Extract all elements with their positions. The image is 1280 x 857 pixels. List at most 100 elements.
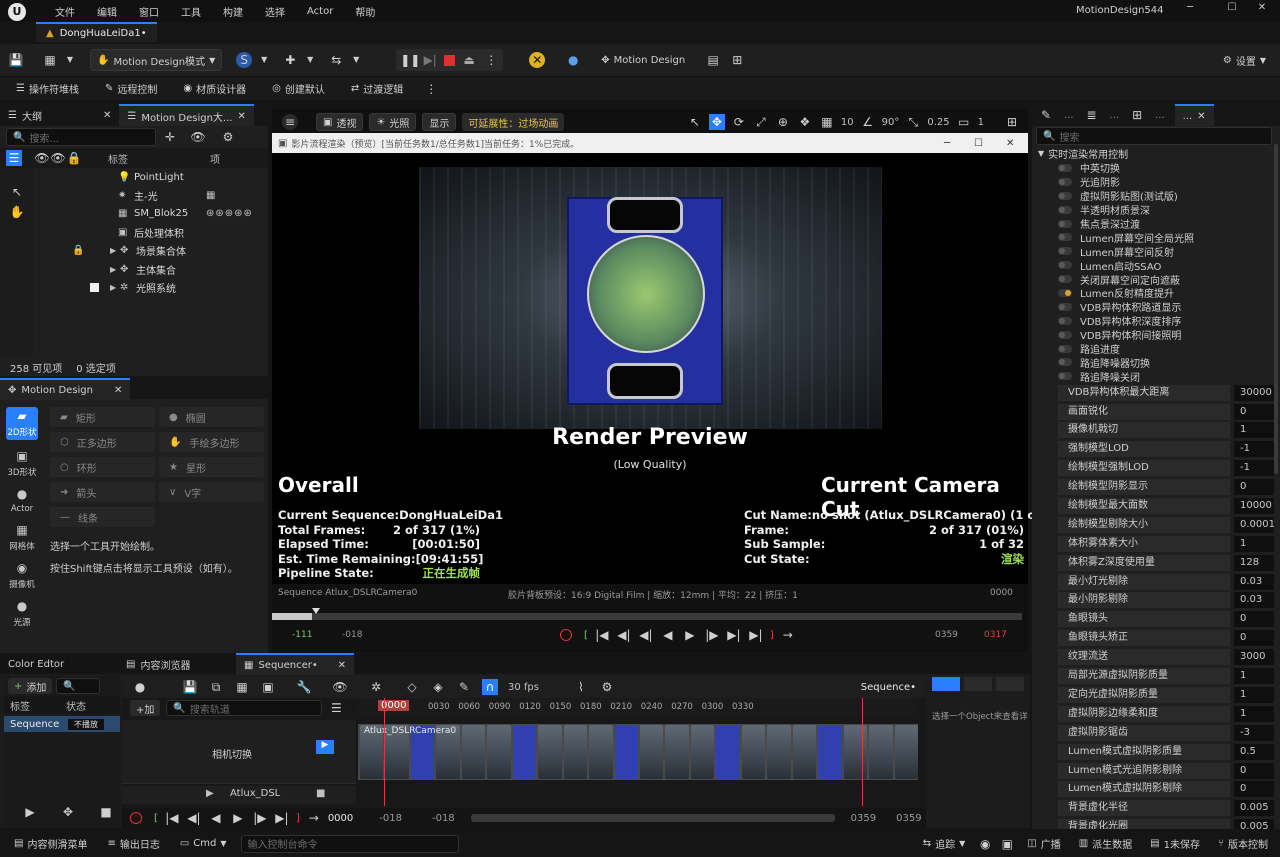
shape-tool[interactable]: ★ 星形: [159, 457, 264, 477]
tab-ellipsis[interactable]: ...: [1155, 110, 1165, 121]
toggle-row[interactable]: 中英切换: [1032, 161, 1280, 175]
eject-icon[interactable]: ⏏: [461, 52, 477, 68]
menu-item[interactable]: 帮助: [344, 4, 386, 19]
close-icon[interactable]: ✕: [1197, 111, 1205, 122]
outliner-row[interactable]: ▦ SM_Blok25 ⊛⊛⊛⊛⊛: [0, 205, 268, 223]
outliner-row[interactable]: ✷ 主-光 ▦: [0, 186, 268, 204]
playback-end[interactable]: 0359: [851, 813, 876, 824]
toggle-row[interactable]: 虚拟阴影贴图(测试版): [1032, 189, 1280, 203]
menu-item[interactable]: 窗口: [128, 4, 170, 19]
toggle-switch[interactable]: [1058, 302, 1072, 311]
tab-outliner[interactable]: ☰ 大纲 ✕: [0, 104, 119, 126]
toggle-row[interactable]: Lumen屏幕空间全局光照: [1032, 230, 1280, 245]
property-value[interactable]: 1: [1234, 705, 1274, 722]
camera-icon[interactable]: ▭: [956, 114, 972, 130]
property-value[interactable]: 0: [1234, 781, 1274, 798]
maximize-button[interactable]: ☐: [1222, 2, 1242, 13]
rotate-icon[interactable]: ⟳: [731, 114, 747, 130]
toggle-row[interactable]: 半透明材质景深: [1032, 203, 1280, 217]
property-value[interactable]: 1: [1234, 668, 1274, 685]
stage-icon[interactable]: ⊞: [1129, 107, 1145, 123]
more-icon[interactable]: ⋮: [423, 81, 439, 97]
chevron-right-icon[interactable]: ▶: [110, 265, 116, 274]
property-value[interactable]: 10000: [1234, 498, 1274, 515]
property-value[interactable]: 0.0001: [1234, 516, 1274, 533]
play-reverse-icon[interactable]: ◀: [208, 810, 224, 826]
toggle-row[interactable]: VDB异构体积间接照明: [1032, 328, 1280, 342]
stop-icon[interactable]: [444, 54, 456, 66]
find-icon[interactable]: ⧉: [208, 679, 224, 695]
property-value[interactable]: 0: [1234, 630, 1274, 647]
close-button[interactable]: ✕: [1252, 2, 1272, 13]
angle-icon[interactable]: ∠: [860, 114, 876, 130]
source-control-button[interactable]: ⑂ 版本控制: [1212, 833, 1274, 855]
current-frame-marker[interactable]: 0000: [378, 700, 410, 711]
set-start-icon[interactable]: [: [154, 813, 158, 824]
property-value[interactable]: 0: [1234, 403, 1274, 420]
secondary-tool-button[interactable]: ✎ 远程控制: [99, 78, 163, 100]
surface-snap-icon[interactable]: ❖: [797, 114, 813, 130]
pin-icon[interactable]: ✥: [60, 804, 76, 820]
record-icon[interactable]: [130, 812, 142, 824]
outliner-search-input[interactable]: 🔍 搜索...: [6, 128, 156, 146]
more-icon[interactable]: ⋮: [483, 52, 499, 68]
property-value[interactable]: 128: [1234, 554, 1274, 571]
toggle-row[interactable]: VDB异构体积深度排序: [1032, 314, 1280, 328]
shape-tool[interactable]: ∨ V字: [159, 482, 264, 502]
toggle-switch[interactable]: [1058, 358, 1072, 367]
toggle-row[interactable]: 焦点景深过渡: [1032, 217, 1280, 231]
show-button[interactable]: 显示: [422, 113, 457, 131]
pause-icon[interactable]: ❚❚: [400, 52, 420, 68]
tab-sequencer[interactable]: ▦ Sequencer• ✕: [236, 653, 354, 675]
secondary-tool-button[interactable]: ◉ 材质设计器: [177, 78, 252, 100]
outliner-row[interactable]: 💡 PointLight: [0, 168, 268, 186]
eye-icon[interactable]: 👁: [332, 679, 348, 695]
scale-value[interactable]: 0.25: [927, 117, 949, 128]
tab-details[interactable]: ... ✕: [1174, 104, 1214, 126]
vertical-tool-5[interactable]: ● 光源: [6, 599, 38, 628]
property-value[interactable]: 3000: [1234, 649, 1274, 666]
content-icon[interactable]: ▦: [42, 52, 58, 68]
unsaved-button[interactable]: ▤ 1未保存: [1144, 833, 1206, 855]
play-reverse-icon[interactable]: ◀: [660, 627, 676, 643]
camera-icon[interactable]: ▣: [999, 836, 1015, 852]
content-drawer-button[interactable]: ▤ 内容侧滑菜单: [8, 833, 93, 855]
jump-end-icon[interactable]: ▶|: [274, 810, 290, 826]
fps-label[interactable]: 30 fps: [508, 682, 539, 693]
property-value[interactable]: -1: [1234, 460, 1274, 477]
toggle-switch[interactable]: [1058, 261, 1072, 270]
globe-icon[interactable]: ⊕: [775, 114, 791, 130]
eye-icon[interactable]: 👁: [190, 129, 206, 145]
prev-key-icon[interactable]: ◀|: [186, 810, 202, 826]
camera-speed[interactable]: 1: [978, 117, 984, 128]
chevron-down-icon[interactable]: ▼: [62, 52, 78, 68]
vertical-tool-4[interactable]: ◉ 摄像机: [6, 561, 38, 590]
filter-icon[interactable]: ☰: [328, 700, 344, 716]
close-icon[interactable]: ✕: [237, 111, 245, 122]
motion-design-button[interactable]: ✥ Motion Design: [595, 49, 691, 71]
platform-icon[interactable]: ✕: [529, 52, 546, 68]
shape-tool[interactable]: ○ 环形: [50, 457, 155, 477]
property-value[interactable]: -1: [1234, 441, 1274, 458]
visibility-toggle[interactable]: [90, 283, 99, 293]
mode-dropdown[interactable]: ✋ Motion Design模式 ▼: [90, 49, 223, 71]
derived-data-button[interactable]: ▥ 派生数据: [1073, 833, 1138, 855]
add-actor-icon[interactable]: ✚: [282, 52, 298, 68]
close-icon[interactable]: ✕: [103, 110, 111, 121]
shape-tool[interactable]: ✋ 手绘多边形: [159, 432, 264, 452]
toggle-switch[interactable]: [1058, 330, 1072, 339]
grid-icon[interactable]: ▦: [819, 114, 835, 130]
toggle-row[interactable]: VDB异构体积路道显示: [1032, 300, 1280, 314]
property-value[interactable]: 0.005: [1234, 800, 1274, 817]
toggle-row[interactable]: 路追降噪器切换: [1032, 355, 1280, 370]
property-value[interactable]: 0: [1234, 611, 1274, 628]
snap-icon[interactable]: ∩: [482, 679, 498, 695]
toggle-row[interactable]: Lumen启动SSAO: [1032, 258, 1280, 273]
property-value[interactable]: 0.03: [1234, 573, 1274, 590]
angle-value[interactable]: 90°: [882, 117, 900, 128]
play-icon[interactable]: ▶: [22, 804, 38, 820]
view-start[interactable]: -018: [379, 813, 402, 824]
property-value[interactable]: 1: [1234, 535, 1274, 552]
camera-icon[interactable]: ■: [316, 788, 325, 799]
shape-tool[interactable]: ● 椭圆: [159, 407, 264, 427]
